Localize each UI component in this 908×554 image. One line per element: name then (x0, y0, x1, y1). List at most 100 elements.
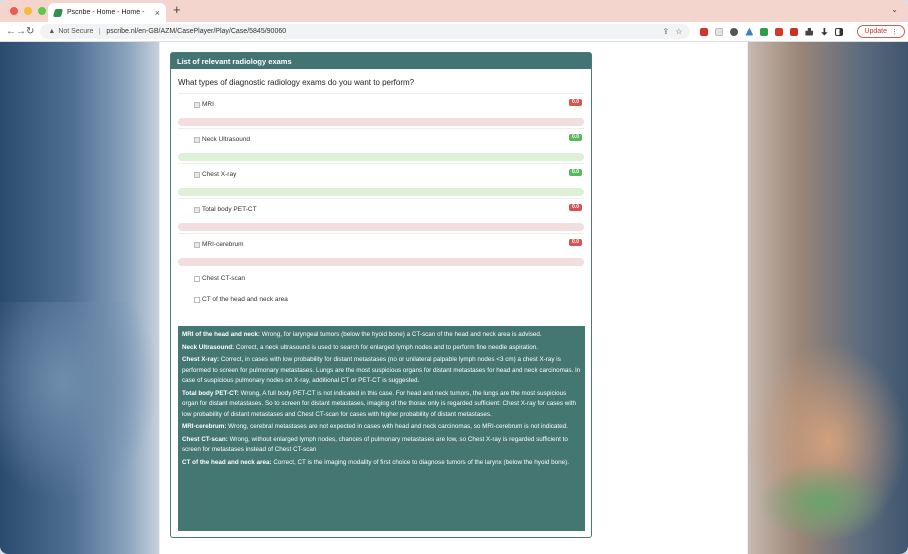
option-checkbox[interactable] (194, 101, 200, 108)
gear-extension-icon[interactable] (730, 27, 739, 36)
puzzle-extensions-icon[interactable] (805, 27, 814, 36)
tab-strip: Pscribe - Home - Home - × + ⌄ (0, 0, 908, 22)
score-badge: 0.0 (569, 134, 582, 141)
feedback-text: Wrong, A full body PET-CT is not indicat… (182, 389, 576, 418)
forward-button[interactable]: → (16, 26, 26, 37)
feedback-text: Wrong, cerebral metastases are not expec… (226, 423, 568, 430)
reload-button[interactable]: ↻ (26, 26, 34, 37)
address-bar[interactable]: ▲ Not Secure pscribe.nl/en-GB/AZM/CasePl… (40, 24, 691, 39)
option-checkbox[interactable] (194, 296, 200, 303)
option-checkbox[interactable] (194, 136, 200, 143)
panel-title: List of relevant radiology exams (171, 53, 591, 69)
option-label: Neck Ultrasound (202, 136, 251, 143)
score-badge: 0.0 (569, 169, 582, 176)
close-window-button[interactable] (10, 7, 18, 15)
feedback-text: Wrong, without enlarged lymph nodes, cha… (182, 435, 568, 454)
feedback-item: Chest CT-scan: Wrong, without enlarged l… (182, 435, 581, 456)
result-bar (178, 188, 584, 196)
feedback-title: Chest X-ray: (182, 356, 220, 363)
tab-close-icon[interactable]: × (155, 8, 160, 18)
update-label: Update (864, 28, 887, 35)
option-label: CT of the head and neck area (202, 296, 288, 303)
pscribe-favicon-icon (52, 8, 64, 17)
back-button[interactable]: ← (6, 26, 16, 37)
score-badge: 0.0 (569, 99, 582, 106)
option-checkbox[interactable] (194, 206, 200, 213)
browser-window: Pscribe - Home - Home - × + ⌄ ← → ↻ ▲ No… (0, 0, 908, 554)
option-label: Chest CT-scan (202, 275, 245, 282)
page-viewport: List of relevant radiology exams What ty… (0, 42, 908, 554)
new-tab-button[interactable]: + (173, 2, 181, 17)
browser-toolbar: ← → ↻ ▲ Not Secure pscribe.nl/en-GB/AZM/… (0, 22, 908, 42)
unanswered-option[interactable]: CT of the head and neck area (171, 289, 591, 310)
bookmark-star-icon[interactable]: ☆ (675, 27, 682, 36)
update-button[interactable]: Update ⋮ (857, 25, 905, 38)
background-photo-left (0, 302, 160, 502)
result-bar (178, 223, 584, 231)
feedback-title: MRI of the head and neck: (182, 331, 261, 338)
option-label: Total body PET-CT (202, 206, 257, 213)
download-icon[interactable] (821, 27, 828, 36)
feedback-box: MRI of the head and neck: Wrong, for lar… (178, 326, 585, 531)
feedback-item: Chest X-ray: Correct, in cases with low … (182, 355, 581, 387)
red-extension-icon[interactable] (775, 27, 784, 36)
side-panel-icon[interactable] (835, 27, 844, 36)
feedback-text: Correct, CT is the imaging modality of f… (271, 458, 569, 466)
option-label: MRI (202, 101, 214, 108)
feedback-item: Neck Ultrasound: Correct, a neck ultraso… (182, 343, 581, 354)
kebab-menu-icon: ⋮ (890, 28, 898, 36)
main-content: List of relevant radiology exams What ty… (160, 42, 747, 554)
option-checkbox[interactable] (194, 241, 200, 248)
feedback-title: Neck Ultrasound: (182, 343, 235, 351)
option-row[interactable]: Neck Ultrasound (178, 128, 584, 150)
question-text: What types of diagnostic radiology exams… (178, 78, 415, 87)
drive-extension-icon[interactable] (745, 27, 754, 36)
option-row[interactable]: Total body PET-CT (178, 198, 584, 220)
minimize-window-button[interactable] (24, 7, 32, 15)
browser-tab[interactable]: Pscribe - Home - Home - × (48, 3, 166, 22)
option-label: Chest X-ray (202, 171, 237, 178)
answered-option: MRI 0.0 (171, 93, 591, 128)
background-photo-right-green (758, 462, 888, 542)
video-extension-icon[interactable] (790, 27, 799, 36)
feedback-title: Total body PET-CT: (182, 389, 239, 397)
feedback-title: Chest CT-scan: (182, 435, 228, 443)
green-extension-icon[interactable] (760, 27, 769, 36)
answered-option: Neck Ultrasound 0.0 (171, 128, 591, 163)
option-row[interactable]: MRI-cerebrum (178, 233, 584, 255)
score-badge: 0.0 (569, 204, 582, 211)
result-bar (178, 258, 584, 266)
feedback-text: Wrong, for laryngeal tumors (below the h… (260, 331, 542, 338)
feedback-item: Total body PET-CT: Wrong, A full body PE… (182, 389, 581, 421)
option-checkbox[interactable] (194, 275, 200, 282)
answered-options-list: MRI 0.0 Neck Ultrasound 0.0 Chest X-ray 0.0 To… (171, 93, 591, 268)
option-checkbox[interactable] (194, 171, 200, 178)
radiology-exams-panel: List of relevant radiology exams What ty… (170, 52, 592, 538)
blank-extension-icon[interactable] (715, 27, 724, 36)
extensions-area (700, 27, 844, 36)
maximize-window-button[interactable] (38, 7, 46, 15)
option-row[interactable]: MRI (178, 93, 584, 115)
feedback-item: CT of the head and neck area: Correct, C… (182, 458, 581, 469)
answered-option: Total body PET-CT 0.0 (171, 198, 591, 233)
tab-title: Pscribe - Home - Home - (67, 9, 145, 16)
result-bar (178, 118, 584, 126)
share-icon[interactable]: ⇪ (663, 27, 670, 36)
pdf-extension-icon[interactable] (700, 27, 709, 36)
unanswered-options-list: Chest CT-scan CT of the head and neck are… (171, 268, 591, 310)
feedback-item: MRI-cerebrum: Wrong, cerebral metastases… (182, 422, 581, 433)
unanswered-option[interactable]: Chest CT-scan (171, 268, 591, 289)
security-indicator[interactable]: Not Secure (58, 28, 101, 35)
tab-search-chevron-icon[interactable]: ⌄ (891, 5, 898, 14)
url-text[interactable]: pscribe.nl/en-GB/AZM/CasePlayer/Play/Cas… (106, 28, 656, 35)
option-row[interactable]: Chest X-ray (178, 163, 584, 185)
warning-triangle-icon: ▲ (48, 28, 56, 35)
feedback-text: Correct, in cases with low probability f… (182, 356, 581, 384)
feedback-title: MRI-cerebrum: (182, 423, 227, 430)
option-label: MRI-cerebrum (202, 241, 244, 248)
feedback-item: MRI of the head and neck: Wrong, for lar… (182, 330, 581, 341)
window-controls (10, 7, 46, 15)
feedback-title: CT of the head and neck area: (182, 458, 272, 466)
result-bar (178, 153, 584, 161)
answered-option: Chest X-ray 0.0 (171, 163, 591, 198)
